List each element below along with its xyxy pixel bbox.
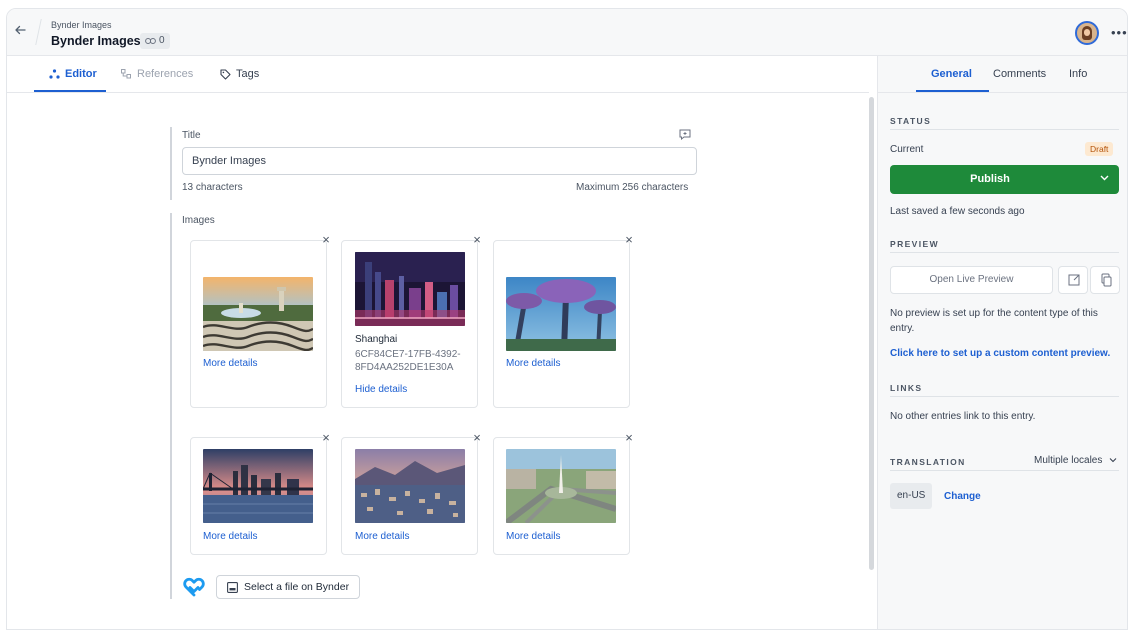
tab-editor-label: Editor [65, 68, 97, 80]
references-icon [121, 69, 131, 79]
image-thumbnail[interactable] [355, 252, 465, 326]
page-title: Bynder Images [51, 34, 141, 48]
comment-icon[interactable] [679, 129, 691, 141]
section-divider [890, 252, 1119, 253]
breadcrumb[interactable]: Bynder Images [51, 20, 112, 30]
external-link-button[interactable] [1058, 266, 1088, 294]
image-card: More details [341, 437, 478, 555]
tab-info[interactable]: Info [1069, 68, 1087, 80]
section-divider [890, 396, 1119, 397]
image-card: Shanghai 6CF84CE7-17FB-4392- 8FD4AA252DE… [341, 240, 478, 408]
image-card: More details [493, 437, 630, 555]
avatar[interactable] [1075, 21, 1099, 45]
tab-tags[interactable]: Tags [220, 68, 259, 80]
status-heading: STATUS [890, 116, 932, 126]
back-arrow-icon[interactable] [14, 23, 30, 39]
more-details-link[interactable]: More details [506, 531, 560, 542]
image-thumbnail[interactable] [355, 449, 465, 523]
more-details-link[interactable]: More details [203, 358, 257, 369]
title-char-count: 13 characters [182, 182, 243, 193]
preview-note: No preview is set up for the content typ… [890, 308, 1098, 334]
close-icon[interactable]: × [471, 431, 483, 444]
title-field-rail [170, 127, 172, 200]
copy-icon [1101, 273, 1112, 287]
image-file-icon [227, 581, 238, 593]
locale-selector[interactable]: Multiple locales [1034, 455, 1117, 466]
more-details-link[interactable]: More details [203, 531, 257, 542]
title-input[interactable]: Bynder Images [182, 147, 697, 175]
chevron-down-icon[interactable] [1100, 173, 1109, 184]
active-tab-indicator [34, 90, 106, 92]
tab-general[interactable]: General [931, 68, 972, 80]
image-id-line-1: 6CF84CE7-17FB-4392- [355, 349, 461, 360]
setup-preview-link[interactable]: Click here to set up a custom content pr… [890, 348, 1110, 359]
locale-selector-label: Multiple locales [1034, 455, 1103, 466]
hide-details-link[interactable]: Hide details [355, 384, 407, 395]
image-thumbnail[interactable] [506, 277, 616, 351]
publish-label: Publish [970, 173, 1010, 185]
select-file-label: Select a file on Bynder [244, 581, 350, 593]
bynder-logo-icon [183, 577, 205, 597]
section-divider [890, 129, 1119, 130]
close-icon[interactable]: × [623, 233, 635, 246]
reference-count-badge[interactable]: 0 [140, 33, 170, 49]
app-window: Bynder Images Bynder Images 0 ••• Editor… [6, 8, 1128, 630]
images-field-rail [170, 213, 172, 599]
entry-sidebar: General Comments Info STATUS Current Dra… [877, 56, 1127, 629]
editor-icon [49, 69, 60, 79]
last-saved-text: Last saved a few seconds ago [890, 206, 1025, 217]
image-thumbnail[interactable] [203, 277, 313, 351]
tab-references[interactable]: References [121, 68, 193, 80]
section-divider [890, 470, 1119, 471]
external-link-icon [1068, 274, 1080, 286]
tag-icon [220, 68, 231, 80]
locale-pill: en-US [890, 483, 933, 509]
select-file-button[interactable]: Select a file on Bynder [216, 575, 360, 599]
image-card: More details [190, 240, 327, 408]
status-badge: Draft [1085, 142, 1114, 156]
more-details-link[interactable]: More details [506, 358, 560, 369]
images-field-label: Images [182, 215, 215, 226]
links-heading: LINKS [890, 383, 923, 393]
image-card: More details [190, 437, 327, 555]
more-options-icon[interactable]: ••• [1111, 25, 1127, 40]
tab-references-label: References [137, 68, 194, 80]
close-icon[interactable]: × [623, 431, 635, 444]
current-status-label: Current [890, 144, 924, 155]
image-thumbnail[interactable] [203, 449, 313, 523]
close-icon[interactable]: × [320, 233, 332, 246]
chevron-down-icon [1109, 458, 1117, 463]
header-divider [35, 19, 42, 45]
close-icon[interactable]: × [320, 431, 332, 444]
title-field-label: Title [182, 130, 201, 141]
links-note: No other entries link to this entry. [890, 411, 1036, 422]
image-thumbnail[interactable] [506, 449, 616, 523]
open-live-preview-button[interactable]: Open Live Preview [890, 266, 1053, 294]
image-name: Shanghai [355, 334, 398, 345]
translation-heading: TRANSLATION [890, 457, 966, 467]
more-details-link[interactable]: More details [355, 531, 409, 542]
tab-editor[interactable]: Editor [49, 68, 97, 80]
editor-scrollbar[interactable] [869, 97, 874, 570]
entry-header: Bynder Images Bynder Images 0 ••• [7, 9, 1127, 56]
close-icon[interactable]: × [471, 233, 483, 246]
title-char-limit: Maximum 256 characters [576, 182, 689, 193]
reference-count: 0 [159, 35, 165, 46]
link-icon [145, 38, 156, 44]
tab-comments[interactable]: Comments [993, 68, 1046, 80]
publish-button[interactable]: Publish [890, 165, 1119, 194]
sidebar-tab-divider [878, 92, 1127, 93]
tab-tags-label: Tags [236, 68, 260, 80]
image-card: More details [493, 240, 630, 408]
preview-heading: PREVIEW [890, 239, 940, 249]
copy-button[interactable] [1090, 266, 1120, 294]
editor-tabbar: Editor References Tags [7, 56, 869, 93]
change-locale-link[interactable]: Change [944, 491, 981, 502]
image-id-line-2: 8FD4AA252DE1E30A [355, 362, 454, 373]
